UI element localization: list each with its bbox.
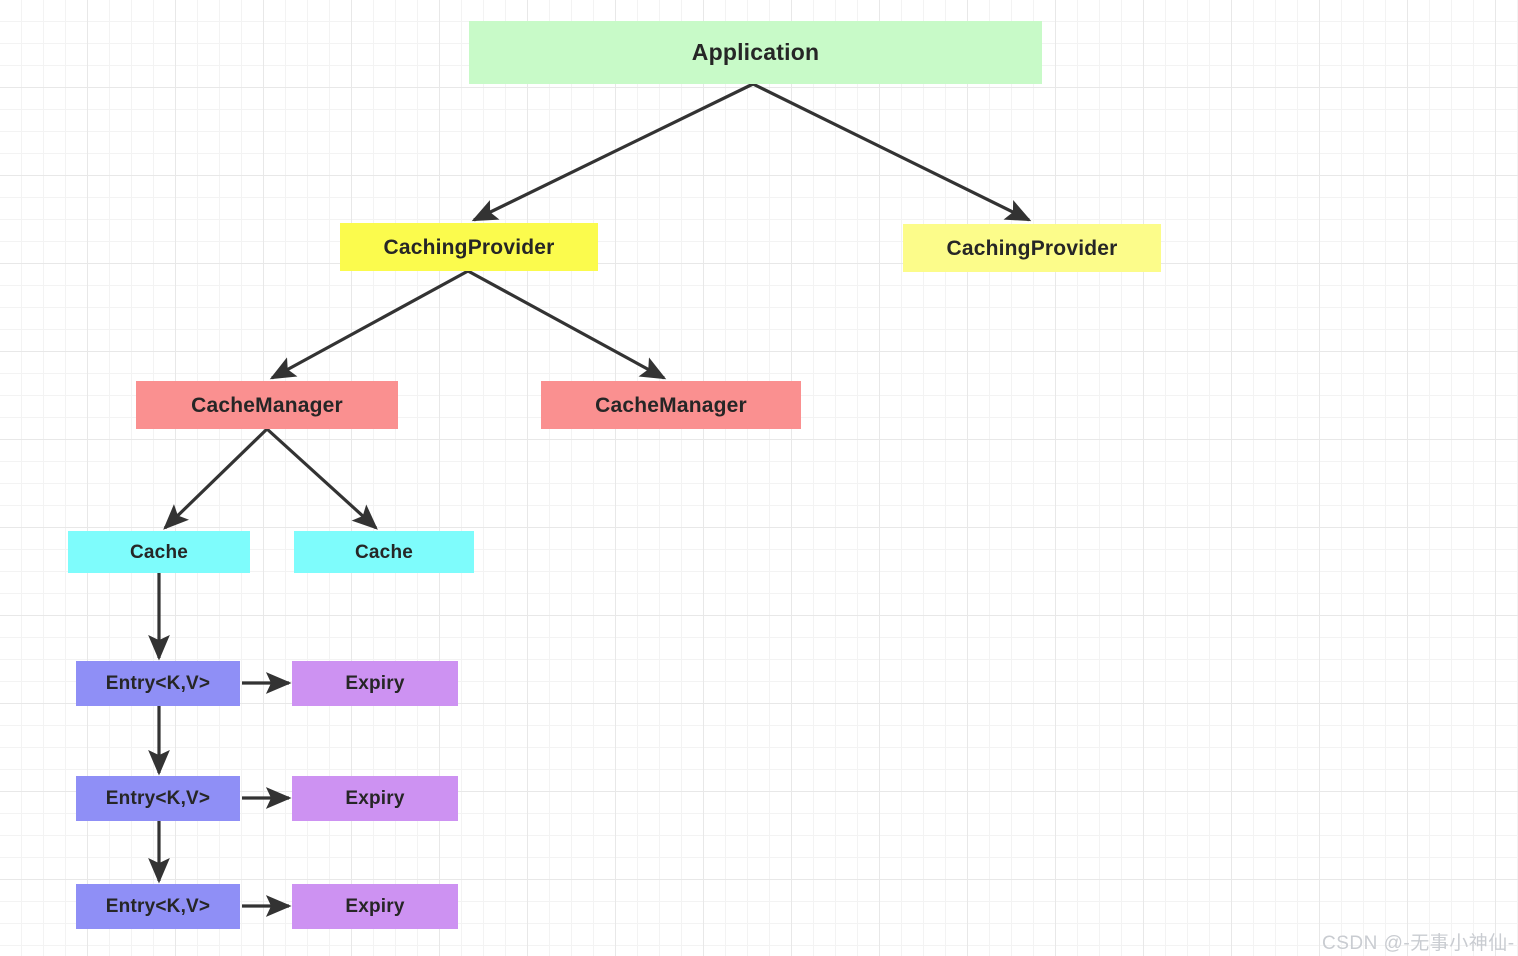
edge-application-to-caching-provider-right: [752, 82, 1032, 222]
node-cache-manager-left[interactable]: CacheManager: [136, 381, 398, 429]
node-application[interactable]: Application: [469, 21, 1042, 84]
node-cache-manager-right[interactable]: CacheManager: [541, 381, 801, 429]
diagram-canvas: Application CachingProvider CachingProvide…: [0, 0, 1518, 956]
edge-caching-provider-to-cache-manager-right: [467, 269, 667, 380]
node-caching-provider-left[interactable]: CachingProvider: [340, 223, 598, 271]
edge-cache-manager-to-cache-right: [265, 427, 378, 530]
node-entry-3[interactable]: Entry<K,V>: [76, 884, 240, 929]
node-expiry-3[interactable]: Expiry: [292, 884, 458, 929]
edge-cache-manager-to-cache-left: [163, 427, 269, 530]
edge-caching-provider-to-cache-manager-left: [269, 269, 469, 380]
node-cache-left[interactable]: Cache: [68, 531, 250, 573]
node-expiry-2[interactable]: Expiry: [292, 776, 458, 821]
edge-application-to-caching-provider-left: [471, 82, 754, 222]
node-caching-provider-right[interactable]: CachingProvider: [903, 224, 1161, 272]
node-cache-right[interactable]: Cache: [294, 531, 474, 573]
node-entry-1[interactable]: Entry<K,V>: [76, 661, 240, 706]
node-expiry-1[interactable]: Expiry: [292, 661, 458, 706]
csdn-watermark: CSDN @-无事小神仙-: [1322, 933, 1515, 954]
node-entry-2[interactable]: Entry<K,V>: [76, 776, 240, 821]
